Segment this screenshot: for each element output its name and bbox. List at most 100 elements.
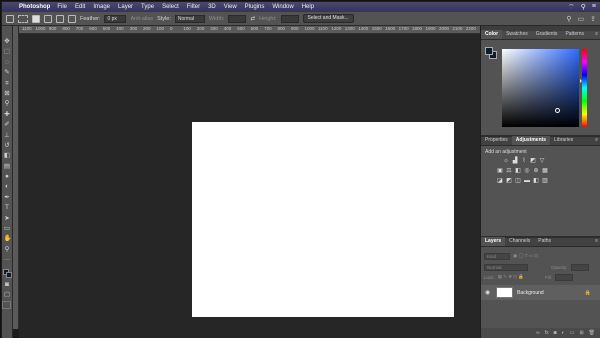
- levels-icon[interactable]: ▟: [512, 158, 518, 164]
- eyedropper-icon[interactable]: ⚲: [4, 100, 11, 107]
- menu-3d[interactable]: 3D: [208, 4, 216, 10]
- eraser-icon[interactable]: ◧: [4, 152, 11, 159]
- menu-select[interactable]: Select: [162, 4, 179, 10]
- control-center-icon[interactable]: ≡: [592, 3, 596, 12]
- delete-layer-icon[interactable]: 🗑: [589, 330, 595, 336]
- background-color[interactable]: [5, 271, 12, 278]
- add-mask-icon[interactable]: ◙: [554, 330, 557, 336]
- swap-icon[interactable]: ⇄: [250, 16, 255, 22]
- color-lookup-icon[interactable]: ▦: [542, 168, 548, 174]
- panel-menu-icon[interactable]: ≡: [595, 136, 600, 145]
- layer-lock-icon[interactable]: 🔒: [585, 290, 591, 296]
- document-canvas[interactable]: [192, 122, 454, 317]
- layer-row[interactable]: ◉ Background 🔒: [481, 285, 600, 300]
- tab-properties[interactable]: Properties: [481, 136, 512, 145]
- menu-type[interactable]: Type: [141, 4, 154, 10]
- new-layer-icon[interactable]: ⊞: [579, 330, 583, 336]
- tab-adjustments[interactable]: Adjustments: [511, 136, 551, 145]
- menu-image[interactable]: Image: [93, 4, 110, 10]
- threshold-icon[interactable]: ◫: [515, 178, 521, 184]
- layer-filter-select[interactable]: Kind: [484, 252, 510, 260]
- tab-paths[interactable]: Paths: [534, 237, 555, 246]
- new-group-icon[interactable]: ▭: [570, 330, 575, 336]
- marquee-preset-icon[interactable]: [18, 14, 28, 23]
- link-layers-icon[interactable]: ∞: [536, 330, 540, 336]
- layer-style-icon[interactable]: fx: [545, 330, 549, 336]
- black-white-icon[interactable]: ◧: [515, 168, 521, 174]
- rectangular-marquee-icon[interactable]: ⬚: [4, 48, 11, 55]
- type-tool-icon[interactable]: T: [4, 204, 11, 211]
- move-tool-icon[interactable]: ✥: [4, 38, 11, 45]
- brush-tool-icon[interactable]: ✐: [4, 121, 11, 128]
- hue-slider-marker[interactable]: [580, 79, 582, 83]
- menu-filter[interactable]: Filter: [187, 4, 200, 10]
- opacity-input[interactable]: [570, 263, 589, 271]
- menu-layer[interactable]: Layer: [118, 4, 133, 10]
- rectangle-tool-icon[interactable]: ▭: [4, 225, 11, 232]
- history-brush-icon[interactable]: ↺: [4, 142, 11, 149]
- search-icon[interactable]: ⚲: [566, 15, 571, 23]
- healing-brush-icon[interactable]: ✚: [4, 111, 11, 118]
- menu-help[interactable]: Help: [302, 4, 314, 10]
- menu-window[interactable]: Window: [272, 4, 293, 10]
- width-input[interactable]: [228, 14, 247, 23]
- screen-mode-icon[interactable]: ▢: [4, 291, 11, 298]
- hand-tool-icon[interactable]: ✋: [4, 235, 12, 242]
- hue-slider[interactable]: [582, 49, 587, 127]
- wifi-icon[interactable]: ⌔: [568, 3, 575, 12]
- exposure-icon[interactable]: ◩: [530, 158, 536, 164]
- brightness-contrast-icon[interactable]: ☼: [503, 158, 509, 164]
- crop-tool-icon[interactable]: ⌗: [4, 80, 11, 87]
- app-menu[interactable]: Photoshop: [19, 4, 50, 10]
- quick-mask-icon[interactable]: ◙: [4, 281, 11, 288]
- share-icon[interactable]: ⇪: [590, 15, 596, 23]
- pen-tool-icon[interactable]: ✒: [4, 194, 11, 201]
- style-select[interactable]: Normal: [174, 14, 205, 23]
- blur-tool-icon[interactable]: ●: [4, 173, 11, 180]
- clone-stamp-icon[interactable]: ⊥: [4, 132, 11, 139]
- path-selection-icon[interactable]: ➤: [4, 215, 11, 222]
- blend-mode-select[interactable]: Normal: [484, 263, 528, 271]
- quick-selection-icon[interactable]: ✎: [4, 69, 11, 76]
- tab-libraries[interactable]: Libraries: [550, 136, 577, 145]
- hue-saturation-icon[interactable]: ▣: [497, 168, 503, 174]
- fill-input[interactable]: [554, 273, 573, 281]
- layer-name[interactable]: Background: [517, 290, 544, 296]
- frame-tool-icon[interactable]: ⊠: [4, 90, 11, 97]
- hdr-toning-icon[interactable]: ▥: [542, 178, 548, 184]
- photo-filter-icon[interactable]: ◎: [524, 168, 530, 174]
- color-picker-cursor[interactable]: [555, 108, 560, 113]
- tab-patterns[interactable]: Patterns: [561, 30, 588, 39]
- panel-menu-icon[interactable]: ≡: [595, 237, 600, 246]
- tab-channels[interactable]: Channels: [505, 237, 534, 246]
- tab-swatches[interactable]: Swatches: [502, 30, 532, 39]
- tab-layers[interactable]: Layers: [481, 237, 506, 246]
- invert-icon[interactable]: ◪: [497, 178, 503, 184]
- color-balance-icon[interactable]: ⚖: [506, 168, 512, 174]
- feather-input[interactable]: 0 px: [104, 14, 127, 23]
- height-input[interactable]: [280, 14, 299, 23]
- intersect-selection-icon[interactable]: [68, 14, 76, 23]
- menu-file[interactable]: File: [57, 4, 67, 10]
- visibility-eye-icon[interactable]: ◉: [485, 289, 492, 296]
- lasso-tool-icon[interactable]: ◌: [4, 59, 11, 66]
- select-and-mask-button[interactable]: Select and Mask...: [302, 14, 354, 23]
- new-selection-icon[interactable]: [32, 14, 40, 23]
- dodge-tool-icon[interactable]: ◐: [4, 183, 11, 190]
- lock-icons[interactable]: ▦ ✎ ✥ ⊡ 🔒: [498, 274, 524, 280]
- adjustment-layer-icon[interactable]: ◐: [562, 330, 565, 336]
- color-picker-field[interactable]: [502, 49, 579, 127]
- panel-menu-icon[interactable]: ≡: [595, 30, 600, 39]
- search-icon[interactable]: ⚲: [581, 3, 586, 12]
- menu-view[interactable]: View: [224, 4, 237, 10]
- menu-edit[interactable]: Edit: [75, 4, 85, 10]
- channel-mixer-icon[interactable]: ⊛: [533, 168, 539, 174]
- antialias-checkbox[interactable]: Anti-alias: [130, 16, 153, 22]
- selective-color-icon[interactable]: ◧: [533, 178, 539, 184]
- tab-color[interactable]: Color: [481, 30, 503, 39]
- posterize-icon[interactable]: ◩: [506, 178, 512, 184]
- menu-plugins[interactable]: Plugins: [245, 4, 265, 10]
- zoom-tool-icon[interactable]: ⚲: [4, 246, 11, 253]
- tab-gradients[interactable]: Gradients: [532, 30, 562, 39]
- gradient-map-icon[interactable]: ▬: [524, 178, 530, 184]
